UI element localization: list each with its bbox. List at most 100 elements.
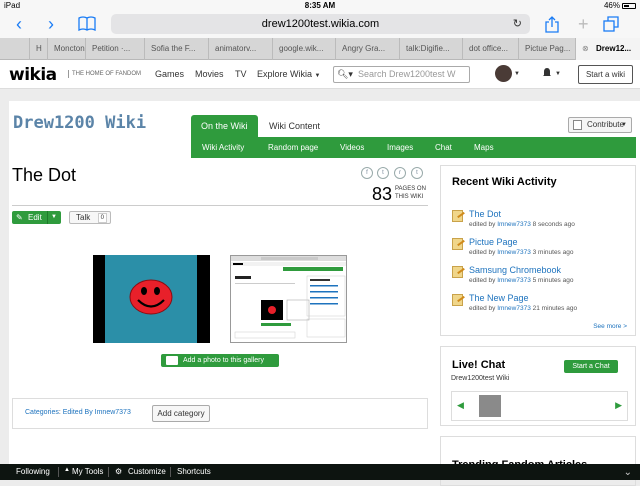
browser-tab-active[interactable]: ⊗ Drew12... (575, 38, 640, 60)
list-item: The Dot edited by Imnew7373 8 seconds ag… (452, 209, 632, 231)
tabs-icon[interactable] (603, 16, 619, 35)
nav-games[interactable]: Games (155, 69, 184, 79)
divider (12, 205, 428, 206)
user-link[interactable]: Imnew7373 (497, 277, 531, 284)
chevron-down-icon[interactable]: ▼ (514, 71, 520, 77)
subnav-random-page[interactable]: Random page (268, 137, 318, 158)
following-link[interactable]: Following (16, 467, 50, 476)
arrow-left-icon[interactable]: ◀ (457, 400, 464, 411)
list-item: Pictue Page edited by Imnew7373 3 minute… (452, 237, 632, 259)
battery-icon (622, 3, 636, 9)
subnav-videos[interactable]: Videos (340, 137, 364, 158)
nav-explore[interactable]: Explore Wikia ▼ (257, 69, 320, 79)
red-dot-image (129, 279, 173, 315)
start-chat-button[interactable]: Start a Chat (564, 360, 618, 373)
start-wiki-button[interactable]: Start a wiki (578, 65, 633, 84)
reload-icon[interactable]: ↻ (513, 14, 522, 34)
wiki-wordmark[interactable]: Drew1200 Wiki (13, 113, 146, 133)
my-tools-link[interactable]: My Tools (72, 467, 103, 476)
add-category-button[interactable]: Add category (152, 405, 210, 422)
subnav-chat[interactable]: Chat (435, 137, 452, 158)
bookmarks-icon[interactable] (78, 16, 96, 34)
reddit-share-icon[interactable]: r (394, 167, 406, 179)
categories-box: Categories: Edited By Imnew7373 Add cate… (12, 398, 428, 429)
browser-tab[interactable]: Pictue Pag... (518, 38, 575, 60)
arrow-right-icon[interactable]: ▶ (615, 400, 622, 411)
photo-icon (166, 356, 178, 365)
add-photo-button[interactable]: Add a photo to this gallery (161, 354, 279, 367)
contribute-button[interactable]: Contribute ▼ (568, 117, 632, 133)
subnav-wiki-activity[interactable]: Wiki Activity (202, 137, 244, 158)
tab-wiki-content[interactable]: Wiki Content (259, 115, 330, 137)
live-chat-module: Live! Chat Start a Chat Drew1200test Wik… (440, 346, 636, 426)
facebook-share-icon[interactable]: f (361, 167, 373, 179)
user-link[interactable]: Imnew7373 (497, 249, 531, 256)
close-tab-icon[interactable]: ⊗ (582, 38, 589, 60)
tab-on-the-wiki[interactable]: On the Wiki (191, 115, 258, 137)
categories-link[interactable]: Categories (25, 409, 59, 416)
chevron-down-icon[interactable]: ▼ (51, 211, 57, 224)
page-title: The Dot (12, 165, 77, 185)
chevron-down-icon[interactable]: ▼ (555, 71, 561, 77)
chevron-down-icon: ▼ (314, 73, 321, 79)
browser-tab[interactable]: animatorv... (208, 38, 272, 60)
page-icon (573, 120, 582, 130)
talk-button[interactable]: Talk 0 (69, 211, 111, 224)
categories-line: Categories: Edited By Imnew7373 (25, 409, 131, 416)
edit-icon (452, 294, 463, 306)
browser-tabs: H Moncton... Petition ·... Sofia the F..… (0, 38, 640, 60)
activity-link[interactable]: The Dot (469, 209, 501, 219)
new-tab-icon[interactable]: + (578, 15, 589, 33)
browser-toolbar: ‹ › drew1200test.wikia.com ↻ + (0, 12, 640, 38)
search-input[interactable]: 🔍︎▾ Search Drew1200test W (333, 66, 470, 83)
forward-icon[interactable]: › (48, 15, 54, 33)
url-text: drew1200test.wikia.com (261, 18, 380, 30)
list-item: Samsung Chromebook edited by Imnew7373 5… (452, 265, 632, 287)
browser-tab[interactable]: google.wik... (272, 38, 335, 60)
tumblr-share-icon[interactable]: t (411, 167, 423, 179)
chat-wiki-name: Drew1200test Wiki (451, 375, 510, 382)
browser-tab[interactable]: dot office... (462, 38, 518, 60)
activity-link[interactable]: Pictue Page (469, 237, 518, 247)
twitter-share-icon[interactable]: t (377, 167, 389, 179)
url-bar[interactable]: drew1200test.wikia.com ↻ (111, 14, 530, 34)
nav-movies[interactable]: Movies (195, 69, 224, 79)
module-title: Live! Chat (452, 359, 506, 371)
customize-link[interactable]: Customize (128, 467, 166, 476)
back-icon[interactable]: ‹ (16, 15, 22, 33)
category-link[interactable]: Edited By Imnew7373 (63, 409, 131, 416)
collapse-icon[interactable]: ⌄ (624, 467, 632, 478)
shortcuts-link[interactable]: Shortcuts (177, 467, 211, 476)
wikia-logo[interactable]: wikia (9, 65, 57, 85)
search-icon: 🔍︎▾ (337, 69, 353, 79)
gallery-image[interactable] (230, 255, 347, 343)
browser-tab[interactable]: Sofia the F... (144, 38, 208, 60)
gallery-image[interactable] (93, 255, 210, 343)
avatar[interactable] (495, 65, 512, 82)
browser-tab[interactable]: Angry Gra... (335, 38, 399, 60)
edit-button[interactable]: ✎ Edit ▼ (12, 211, 61, 224)
subnav-images[interactable]: Images (387, 137, 413, 158)
browser-tab[interactable]: Moncton... (47, 38, 85, 60)
browser-tab[interactable]: talk:Digifie... (399, 38, 462, 60)
subnav-maps[interactable]: Maps (474, 137, 494, 158)
edit-icon (452, 238, 463, 250)
recent-activity-module: Recent Wiki Activity The Dot edited by I… (440, 165, 636, 336)
nav-tv[interactable]: TV (235, 69, 247, 79)
edit-icon (452, 266, 463, 278)
activity-link[interactable]: The New Page (469, 293, 529, 303)
battery-percent: 46% (603, 1, 620, 10)
browser-tab[interactable]: Petition ·... (85, 38, 144, 60)
bell-icon[interactable] (542, 67, 552, 81)
user-link[interactable]: Imnew7373 (497, 305, 531, 312)
edit-icon (452, 210, 463, 222)
list-item: The New Page edited by Imnew7373 21 minu… (452, 293, 632, 315)
gear-icon: ⚙ (115, 467, 123, 476)
chat-user-avatar[interactable] (479, 395, 501, 417)
share-icon[interactable] (545, 16, 559, 36)
wiki-subnav: Wiki Activity Random page Videos Images … (191, 137, 636, 158)
user-link[interactable]: Imnew7373 (497, 221, 531, 228)
global-nav: wikia THE HOME OF FANDOM Games Movies TV… (0, 60, 640, 89)
see-more-link[interactable]: See more > (593, 323, 627, 330)
activity-link[interactable]: Samsung Chromebook (469, 265, 561, 275)
